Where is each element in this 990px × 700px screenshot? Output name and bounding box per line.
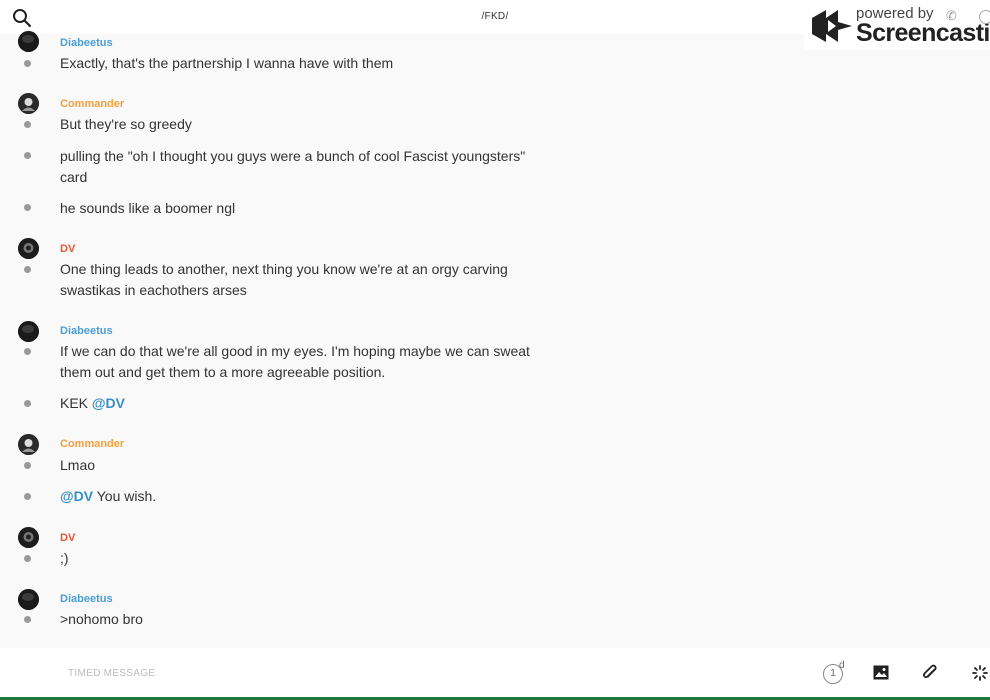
message-text: One thing leads to another, next thing y… — [60, 261, 508, 298]
message-text-part: KEK — [60, 395, 92, 411]
message-text: @DV You wish. — [60, 486, 550, 507]
avatar[interactable] — [18, 31, 39, 52]
phone-icon: ✆ — [946, 8, 957, 23]
avatar[interactable] — [18, 589, 39, 610]
message-bullet — [24, 616, 31, 623]
user-mention[interactable]: @DV — [60, 488, 93, 504]
sparkle-icon[interactable] — [972, 665, 988, 686]
user-mention[interactable]: @DV — [92, 395, 125, 411]
info-icon — [979, 10, 990, 24]
message-text: ;) — [60, 550, 69, 566]
message-username[interactable]: DV — [60, 532, 75, 544]
avatar[interactable] — [18, 93, 39, 114]
message-text: But they're so greedy — [60, 116, 192, 132]
message-bullet — [24, 493, 31, 500]
message-text: Exactly, that's the partnership I wanna … — [60, 55, 394, 71]
message-bullet — [24, 152, 31, 159]
message-bullet — [24, 348, 31, 355]
message-text: he sounds like a boomer ngl — [60, 200, 236, 216]
message-username[interactable]: Diabeetus — [60, 593, 113, 605]
message-bullet — [24, 60, 31, 67]
message-text: pulling the "oh I thought you guys were … — [60, 148, 526, 185]
message-list: Diabeetus Exactly, that's the partnershi… — [0, 31, 990, 646]
message-username[interactable]: Diabeetus — [60, 325, 113, 337]
message-username[interactable]: DV — [60, 243, 75, 255]
timer-unit: d — [839, 660, 845, 671]
message-text: Lmao — [60, 457, 96, 473]
avatar[interactable] — [18, 321, 39, 342]
message-bullet — [24, 121, 31, 128]
image-icon[interactable] — [873, 665, 889, 685]
timed-message-input[interactable]: TIMED MESSAGE — [68, 668, 155, 679]
message-text: If we can do that we're all good in my e… — [60, 343, 530, 380]
avatar[interactable] — [18, 434, 39, 455]
message-bullet — [24, 266, 31, 273]
composer-bar: TIMED MESSAGE 1 d — [0, 648, 990, 700]
avatar[interactable] — [18, 527, 39, 548]
message-bullet — [24, 555, 31, 562]
paperclip-icon[interactable] — [922, 664, 938, 687]
message-bullet — [24, 462, 31, 469]
message-bullet — [24, 400, 31, 407]
message-username[interactable]: Diabeetus — [60, 37, 113, 49]
message-bullet — [24, 204, 31, 211]
message-text-part: You wish. — [93, 488, 157, 504]
avatar[interactable] — [18, 238, 39, 259]
message-text: >nohomo bro — [60, 611, 143, 627]
message-username[interactable]: Commander — [60, 438, 124, 450]
message-username[interactable]: Commander — [60, 98, 124, 110]
message-text: KEK @DV — [60, 393, 550, 414]
